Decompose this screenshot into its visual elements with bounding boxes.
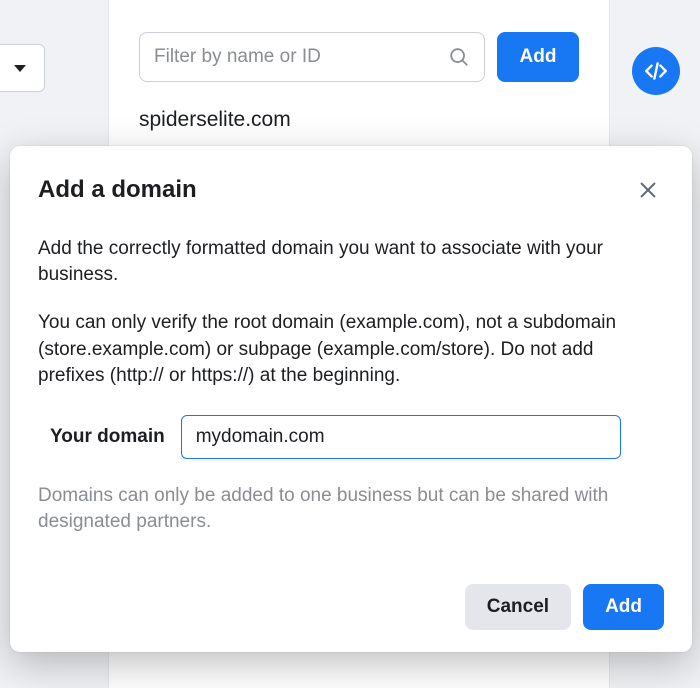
add-button[interactable]: Add: [583, 584, 664, 630]
close-icon: [637, 179, 659, 201]
add-label: Add: [605, 596, 642, 617]
modal-paragraph-1: Add the correctly formatted domain you w…: [38, 236, 664, 288]
domain-field-label: Your domain: [50, 426, 165, 448]
close-button[interactable]: [632, 174, 664, 206]
cancel-button[interactable]: Cancel: [465, 584, 571, 630]
cancel-label: Cancel: [487, 596, 549, 617]
domain-input[interactable]: [181, 415, 621, 459]
add-domain-modal: Add a domain Add the correctly formatted…: [10, 146, 692, 652]
helper-text: Domains can only be added to one busines…: [38, 483, 664, 535]
modal-title: Add a domain: [38, 176, 197, 204]
modal-paragraph-2: You can only verify the root domain (exa…: [38, 310, 664, 389]
modal-overlay: Add a domain Add the correctly formatted…: [0, 0, 700, 688]
